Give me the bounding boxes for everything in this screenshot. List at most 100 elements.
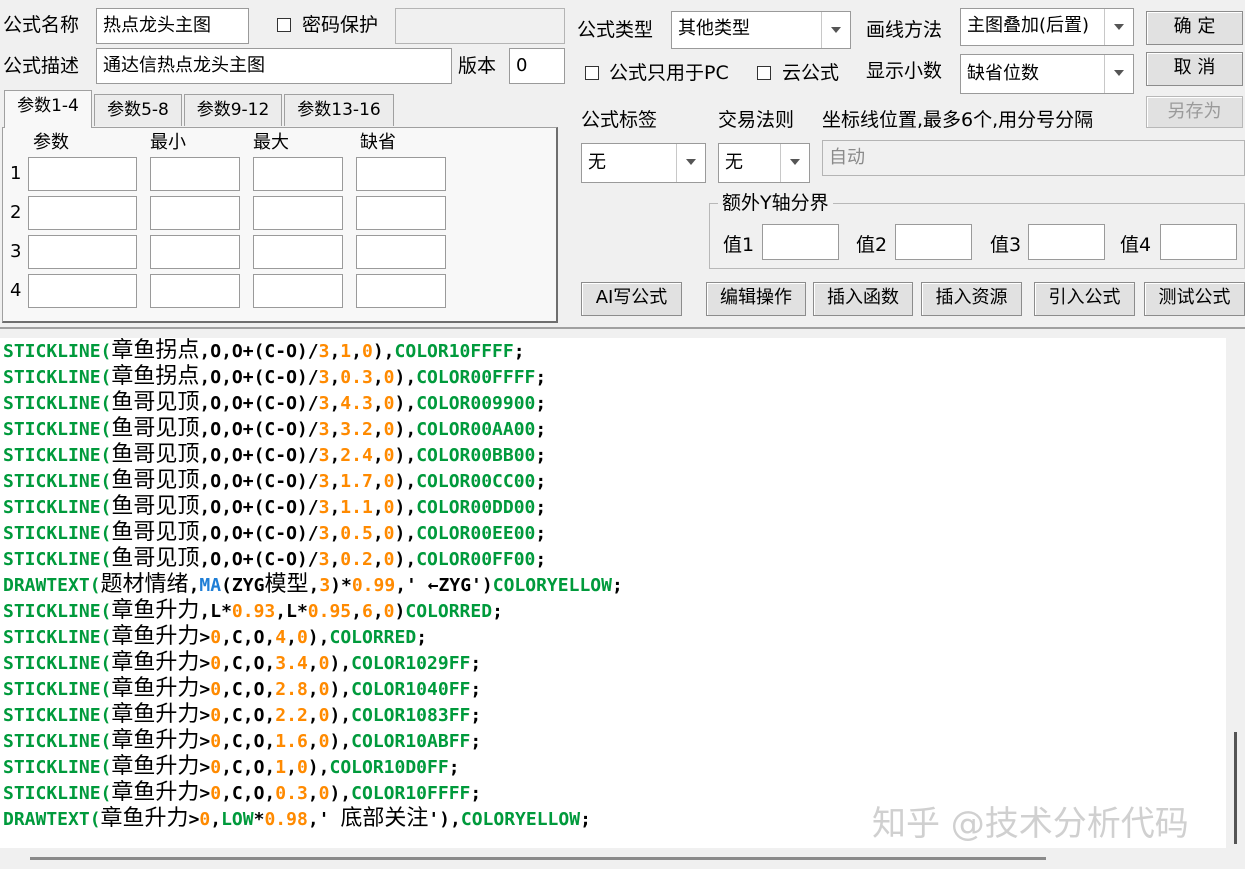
y-value-4-input[interactable] <box>1160 224 1237 260</box>
param-2-max-input[interactable] <box>253 196 343 230</box>
y-value-3-label: 值3 <box>990 234 1022 256</box>
formula-desc-input[interactable]: 通达信热点龙头主图 <box>96 48 452 84</box>
code-token: , <box>329 367 341 388</box>
tab-params-5-8[interactable]: 参数5-8 <box>94 94 182 126</box>
code-token: ; <box>580 809 591 830</box>
code-line[interactable]: STICKLINE(鱼哥见顶,O,O+(C-O)/3,0.2,0),COLOR0… <box>3 546 546 572</box>
code-line[interactable]: STICKLINE(章鱼升力>0,C,O,2.8,0),COLOR1040FF; <box>3 676 481 702</box>
trade-rule-select[interactable]: 无 <box>718 143 810 183</box>
code-token: ; <box>470 653 482 674</box>
code-token: , <box>286 757 297 778</box>
code-token: 章鱼拐点 <box>111 364 200 389</box>
insert-function-button[interactable]: 插入函数 <box>813 282 913 316</box>
param-3-min-input[interactable] <box>150 235 240 269</box>
code-token: COLOR00CC00 <box>416 471 536 492</box>
code-token: ), <box>372 341 395 362</box>
cloud-label: 云公式 <box>782 62 840 84</box>
cloud-checkbox[interactable] <box>757 66 771 80</box>
tab-params-1-4[interactable]: 参数1-4 <box>4 90 92 128</box>
test-formula-button[interactable]: 测试公式 <box>1144 282 1245 316</box>
code-token: 0 <box>383 367 395 388</box>
password-checkbox[interactable] <box>277 18 291 32</box>
formula-type-label: 公式类型 <box>577 19 654 41</box>
param-1-max-input[interactable] <box>253 157 343 191</box>
vertical-scroll-thumb[interactable] <box>1234 732 1237 844</box>
coord-lines-input[interactable]: 自动 <box>822 140 1245 176</box>
code-token: 章鱼拐点 <box>111 338 200 363</box>
extra-y-axis-label: 额外Y轴分界 <box>718 192 833 214</box>
code-token: 章鱼升力 <box>111 650 200 675</box>
code-line[interactable]: STICKLINE(鱼哥见顶,O,O+(C-O)/3,1.1,0),COLOR0… <box>3 494 546 520</box>
code-token: > <box>199 627 211 648</box>
param-4-name-input[interactable] <box>28 274 137 308</box>
code-token: , <box>329 445 341 466</box>
tab-params-13-16[interactable]: 参数13-16 <box>284 94 394 126</box>
param-1-name-input[interactable] <box>28 157 137 191</box>
code-token: COLOR00EE00 <box>416 523 536 544</box>
ok-button[interactable]: 确 定 <box>1146 11 1243 45</box>
password-input[interactable] <box>395 8 565 44</box>
ai-write-formula-button[interactable]: AI写公式 <box>581 282 682 316</box>
y-value-4-label: 值4 <box>1120 234 1152 256</box>
code-line[interactable]: STICKLINE(章鱼升力>0,C,O,3.4,0),COLOR1029FF; <box>3 650 481 676</box>
param-2-default-input[interactable] <box>356 196 446 230</box>
param-4-default-input[interactable] <box>356 274 446 308</box>
code-line[interactable]: STICKLINE(鱼哥见顶,O,O+(C-O)/3,1.7,0),COLOR0… <box>3 468 546 494</box>
param-1-min-input[interactable] <box>150 157 240 191</box>
code-line[interactable]: STICKLINE(章鱼升力>0,C,O,1.6,0),COLOR10ABFF; <box>3 728 481 754</box>
code-line[interactable]: STICKLINE(章鱼升力>0,C,O,4,0),COLORRED; <box>3 624 427 650</box>
code-line[interactable]: STICKLINE(鱼哥见顶,O,O+(C-O)/3,0.5,0),COLOR0… <box>3 520 546 546</box>
formula-tag-select[interactable]: 无 <box>581 143 706 183</box>
cancel-button[interactable]: 取 消 <box>1146 52 1243 86</box>
code-token: COLOR10ABFF <box>351 731 471 752</box>
formula-name-input[interactable]: 热点龙头主图 <box>96 8 249 44</box>
code-token: , <box>329 393 341 414</box>
tab-params-9-12[interactable]: 参数9-12 <box>184 94 282 126</box>
vertical-scrollbar[interactable] <box>1226 338 1245 869</box>
code-token: , <box>329 549 341 570</box>
param-2-min-input[interactable] <box>150 196 240 230</box>
draw-method-select[interactable]: 主图叠加(后置) <box>960 8 1134 46</box>
code-token: ,O,O+(C-O)/ <box>199 549 319 570</box>
code-line[interactable]: STICKLINE(章鱼升力,L*0.93,L*0.95,6,0)COLORRE… <box>3 598 503 624</box>
insert-resource-button[interactable]: 插入资源 <box>921 282 1022 316</box>
decimals-select[interactable]: 缺省位数 <box>960 54 1134 94</box>
code-line[interactable]: DRAWTEXT(题材情绪,MA(ZYG模型,3)*0.99,' ←ZYG')C… <box>3 572 623 598</box>
param-3-max-input[interactable] <box>253 235 343 269</box>
tab-label: 参数1-4 <box>17 96 79 116</box>
code-token: ), <box>307 757 330 778</box>
param-3-name-input[interactable] <box>28 235 137 269</box>
code-line[interactable]: STICKLINE(鱼哥见顶,O,O+(C-O)/3,4.3,0),COLOR0… <box>3 390 546 416</box>
param-4-min-input[interactable] <box>150 274 240 308</box>
y-value-3-input[interactable] <box>1028 224 1105 260</box>
y-value-1-input[interactable] <box>762 224 839 260</box>
version-input[interactable]: 0 <box>509 48 565 84</box>
code-token: COLOR10FFFF <box>394 341 514 362</box>
code-line[interactable]: STICKLINE(章鱼拐点,O,O+(C-O)/3,0.3,0),COLOR0… <box>3 364 546 390</box>
code-line[interactable]: STICKLINE(章鱼升力>0,C,O,2.2,0),COLOR1083FF; <box>3 702 481 728</box>
pc-only-checkbox[interactable] <box>585 66 599 80</box>
code-line[interactable]: STICKLINE(章鱼升力>0,C,O,0.3,0),COLOR10FFFF; <box>3 780 481 806</box>
param-3-default-input[interactable] <box>356 235 446 269</box>
import-formula-button[interactable]: 引入公式 <box>1034 282 1135 316</box>
code-token: 鱼哥见顶 <box>111 520 200 545</box>
code-line[interactable]: STICKLINE(章鱼升力>0,C,O,1,0),COLOR10D0FF; <box>3 754 460 780</box>
param-2-name-input[interactable] <box>28 196 137 230</box>
code-editor[interactable]: STICKLINE(章鱼拐点,O,O+(C-O)/3,1,0),COLOR10F… <box>0 338 1226 848</box>
code-token: 模型 <box>264 572 309 597</box>
code-token: 鱼哥见顶 <box>111 390 200 415</box>
code-token: 章鱼升力 <box>111 728 200 753</box>
y-value-2-input[interactable] <box>895 224 972 260</box>
horizontal-scrollbar[interactable] <box>0 848 1226 869</box>
edit-operation-button[interactable]: 编辑操作 <box>706 282 806 316</box>
code-line[interactable]: STICKLINE(鱼哥见顶,O,O+(C-O)/3,2.4,0),COLOR0… <box>3 442 546 468</box>
code-line[interactable]: STICKLINE(鱼哥见顶,O,O+(C-O)/3,3.2,0),COLOR0… <box>3 416 546 442</box>
code-token: COLOR00AA00 <box>416 419 536 440</box>
code-line[interactable]: STICKLINE(章鱼拐点,O,O+(C-O)/3,1,0),COLOR10F… <box>3 338 525 364</box>
code-line[interactable]: DRAWTEXT(章鱼升力>0,LOW*0.98,' 底部关注'),COLORY… <box>3 806 591 832</box>
horizontal-scroll-thumb[interactable] <box>30 857 1046 860</box>
param-4-max-input[interactable] <box>253 274 343 308</box>
formula-type-select[interactable]: 其他类型 <box>671 11 851 49</box>
save-as-button[interactable]: 另存为 <box>1146 96 1243 128</box>
param-1-default-input[interactable] <box>356 157 446 191</box>
